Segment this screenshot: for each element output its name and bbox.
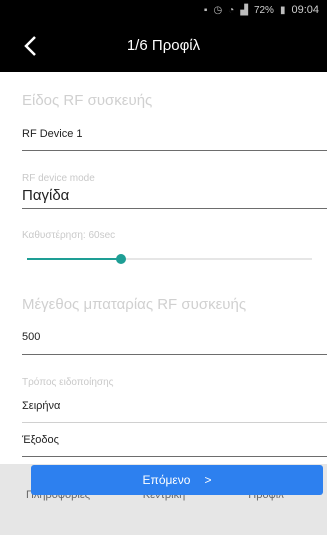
device-type-field[interactable]: Είδος RF συσκευής bbox=[22, 92, 327, 109]
signal-icon: ▟ bbox=[240, 4, 248, 16]
notify-option-output[interactable]: Έξοδος bbox=[22, 434, 327, 446]
notify-divider bbox=[22, 422, 327, 423]
notification-icon: ▪ bbox=[203, 4, 208, 16]
notify-underline bbox=[22, 456, 327, 457]
notify-field: Τρόπος ειδοποίησης bbox=[22, 377, 327, 388]
next-button-label: Επόμενο bbox=[142, 473, 191, 487]
device-mode-value: Παγίδα bbox=[22, 187, 70, 204]
app-bar: 1/6 Προφίλ bbox=[0, 20, 327, 72]
chevron-right-icon: > bbox=[204, 473, 212, 487]
battery-percent: 72% bbox=[253, 4, 274, 16]
battery-icon: ▮ bbox=[279, 4, 286, 16]
delay-field: Καθυστέρηση: 60sec bbox=[22, 230, 327, 241]
next-button[interactable]: Επόμενο > bbox=[31, 465, 323, 495]
alarm-icon: ◷ bbox=[213, 4, 223, 16]
device-type-label: Είδος RF συσκευής bbox=[22, 92, 153, 109]
battery-size-underline bbox=[22, 354, 327, 355]
battery-size-value: 500 bbox=[22, 331, 41, 343]
device-type-input[interactable]: RF Device 1 bbox=[22, 128, 327, 140]
battery-size-label: Μέγεθος μπαταρίας RF συσκευής bbox=[22, 296, 247, 313]
device-mode-field[interactable]: RF device mode Παγίδα bbox=[22, 173, 327, 204]
wifi-icon: ◔ bbox=[228, 4, 235, 16]
notify-option-output-label: Έξοδος bbox=[22, 434, 59, 446]
delay-label: Καθυστέρηση: 60sec bbox=[22, 230, 116, 241]
device-mode-label: RF device mode bbox=[22, 173, 95, 184]
notify-option-siren-label: Σειρήνα bbox=[22, 400, 61, 412]
notify-label: Τρόπος ειδοποίησης bbox=[22, 377, 114, 388]
status-bar: ▪ ◷ ◔ ▟ 72% ▮ 09:04 bbox=[0, 0, 327, 20]
notify-option-siren[interactable]: Σειρήνα bbox=[22, 400, 327, 412]
device-type-underline bbox=[22, 150, 327, 151]
device-mode-underline bbox=[22, 208, 327, 209]
battery-size-field: Μέγεθος μπαταρίας RF συσκευής bbox=[22, 296, 327, 313]
delay-slider-thumb[interactable] bbox=[116, 254, 126, 264]
delay-slider-fill bbox=[27, 258, 121, 260]
battery-size-input[interactable]: 500 bbox=[22, 331, 327, 343]
device-type-value: RF Device 1 bbox=[22, 128, 83, 140]
page-title: 1/6 Προφίλ bbox=[126, 37, 201, 54]
clock: 09:04 bbox=[291, 4, 319, 16]
